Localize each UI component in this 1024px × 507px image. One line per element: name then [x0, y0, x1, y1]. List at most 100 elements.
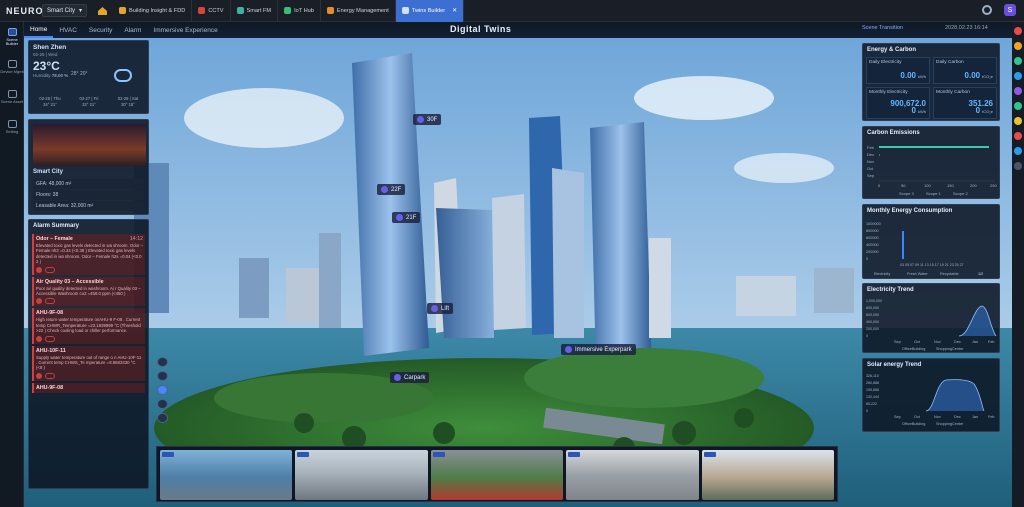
metric-label: Daily Electricity: [869, 60, 902, 65]
marker-30f[interactable]: 30F: [413, 114, 442, 125]
y-tick: 195,666: [866, 388, 879, 392]
app-shortcut-icon[interactable]: [1014, 27, 1022, 35]
module-tabs: Building Insight & FDD CCTV Smart FM IoT…: [113, 0, 465, 22]
alarm-ack-button[interactable]: [45, 372, 55, 379]
avatar[interactable]: S: [1004, 4, 1016, 16]
camera-tag: [297, 452, 310, 457]
marker-immersive[interactable]: Immersive Experpark: [561, 344, 636, 355]
alarm-action-icon[interactable]: [36, 335, 42, 342]
page-title: Digital Twins: [450, 24, 512, 34]
energy-carbon-card: Energy & Carbon Daily Electricity 0.00 kWh…: [862, 43, 1000, 121]
camera-thumbnail[interactable]: [701, 450, 835, 500]
marker-22f[interactable]: 22F: [377, 184, 406, 195]
marker-icon: [394, 374, 401, 381]
monthly-title: Monthly Energy Consumption: [867, 208, 953, 214]
camera-thumbnail[interactable]: [566, 450, 699, 500]
alarm-item-body: Supply water temperature out of range o …: [36, 354, 142, 371]
compass-icon[interactable]: [157, 385, 168, 395]
layer-icon[interactable]: [157, 357, 168, 367]
close-icon[interactable]: ✕: [452, 7, 457, 14]
rail-label: Setting: [5, 128, 19, 134]
alarm-item[interactable]: AHU-9F-08 High return water temperature …: [32, 308, 145, 344]
tab-twins-builder[interactable]: Twins Builder ✕: [395, 0, 465, 22]
monthly-energy-card: Monthly Energy Consumption 1000000 80000…: [862, 204, 1000, 279]
app-shortcut-icon[interactable]: [1014, 72, 1022, 80]
subnav-alarm[interactable]: Alarm: [118, 22, 147, 38]
app-shortcut-icon[interactable]: [1014, 117, 1022, 125]
top-right-icons: S: [982, 4, 1016, 16]
month-tick: Sep: [867, 173, 875, 178]
cloud-icon: [114, 69, 132, 82]
alarm-ack-button[interactable]: [45, 298, 55, 305]
app-shortcut-icon[interactable]: [1014, 102, 1022, 110]
camera-thumbnail[interactable]: [295, 450, 428, 500]
subnav-security[interactable]: Security: [83, 22, 118, 38]
alarm-action-icon[interactable]: [36, 372, 42, 379]
tab-iot-hub[interactable]: IoT Hub: [278, 0, 321, 22]
alarm-action-icon[interactable]: [36, 298, 42, 305]
fullscreen-icon[interactable]: [157, 413, 168, 423]
marker-21f[interactable]: 21F: [392, 212, 421, 223]
humidity-label: Humidity: [33, 73, 51, 78]
scene-tools: [157, 357, 171, 423]
chevron-down-icon: ▾: [79, 8, 83, 14]
scene-builder-icon: [7, 27, 17, 36]
metric-unit: kWh: [918, 74, 926, 79]
alarm-ack-button[interactable]: [45, 335, 55, 342]
subnav-hvac[interactable]: HVAC: [53, 22, 83, 38]
app-shortcut-icon[interactable]: [1014, 147, 1022, 155]
rotate-icon[interactable]: [157, 371, 168, 381]
y-tick: 0: [866, 334, 868, 338]
left-rail: Scene Builder Device Mgmt Scene Asset Se…: [0, 22, 24, 507]
iot-hub-icon: [284, 7, 292, 14]
x-tick: 250: [990, 183, 997, 188]
right-rail: [1012, 22, 1024, 507]
add-icon[interactable]: [1014, 162, 1022, 170]
x-tick: Jan: [972, 340, 978, 344]
scene-transition-button[interactable]: Scene Transition: [862, 25, 903, 31]
alarm-ack-button[interactable]: [45, 266, 55, 273]
app-shortcut-icon[interactable]: [1014, 87, 1022, 95]
camera-thumbnail[interactable]: [160, 450, 293, 500]
pager[interactable]: 1/2: [978, 272, 983, 276]
forecast-day: 02-28 | Sat 30° 18°: [113, 96, 143, 108]
asset-icon: [7, 89, 17, 98]
rail-item-scene-builder[interactable]: Scene Builder: [0, 22, 24, 52]
y-tick: 65,222: [866, 402, 877, 406]
workspace-select[interactable]: Smart City ▾: [42, 4, 88, 17]
marker-carpark[interactable]: Carpark: [390, 372, 430, 383]
alarm-item[interactable]: AHU-9F-08: [32, 382, 145, 393]
x-tick: Sep: [894, 340, 901, 344]
forecast-hi: 33°: [82, 102, 89, 107]
tab-label: CCTV: [208, 7, 224, 14]
tab-energy-management[interactable]: Energy Management: [321, 0, 396, 22]
tab-building-insight[interactable]: Building Insight & FDD: [113, 0, 193, 22]
twins-builder-icon: [401, 7, 409, 14]
alarm-action-icon[interactable]: [36, 266, 42, 273]
subnav-home[interactable]: Home: [24, 22, 54, 38]
alarm-item[interactable]: Air Quality 03 – Accessible Poor air qua…: [32, 276, 145, 307]
home-icon[interactable]: [95, 4, 109, 18]
tab-smart-fm[interactable]: Smart FM: [231, 0, 279, 22]
y-tick: 260,888: [866, 381, 879, 385]
app-shortcut-icon[interactable]: [1014, 42, 1022, 50]
alarm-actions: [36, 266, 143, 273]
rail-item-scene-asset[interactable]: Scene Asset: [0, 82, 24, 112]
camera-thumbnail[interactable]: [430, 450, 564, 500]
alarm-item[interactable]: AHU-10F-11 Supply water temperature out …: [32, 345, 145, 381]
marker-lift[interactable]: Lift: [427, 303, 454, 314]
gear-icon[interactable]: [982, 5, 992, 15]
rail-item-setting[interactable]: Setting: [0, 112, 24, 142]
app-shortcut-icon[interactable]: [1014, 57, 1022, 65]
tab-cctv[interactable]: CCTV: [192, 0, 231, 22]
solar-trend-card: Solar energy Trend 326,110 260,888 195,6…: [862, 358, 1000, 432]
x-tick: Dec: [954, 340, 961, 344]
y-tick: 600,000: [866, 313, 879, 317]
month-tick: Nov: [867, 159, 874, 164]
rail-item-device-mgmt[interactable]: Device Mgmt: [0, 52, 24, 82]
subnav-immersive[interactable]: Immersive Experience: [147, 22, 223, 38]
y-tick: 0: [866, 409, 868, 413]
app-shortcut-icon[interactable]: [1014, 132, 1022, 140]
zoom-icon[interactable]: [157, 399, 168, 409]
alarm-item[interactable]: Odor – Female 14:12 Elevated toxic gas l…: [32, 234, 145, 275]
